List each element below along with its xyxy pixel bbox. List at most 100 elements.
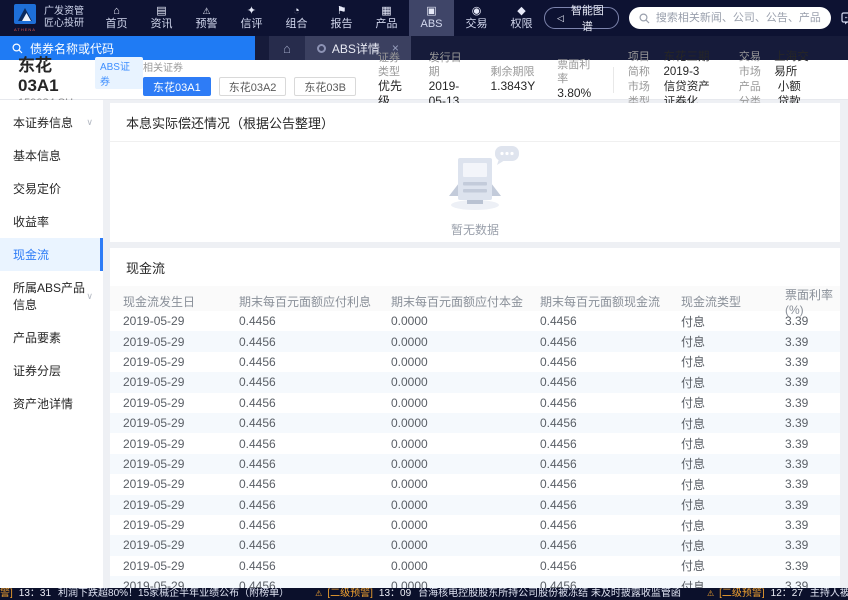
- cell-rate: 3.39: [785, 538, 809, 553]
- side-asset-pool[interactable]: 资产池详情 ∨: [0, 387, 103, 420]
- cell-type: 付息: [681, 538, 706, 553]
- nav-news[interactable]: 资讯: [139, 0, 184, 36]
- cell-principal: 0.0000: [391, 375, 428, 390]
- cell-date: 2019-05-29: [123, 314, 185, 329]
- knowledge-graph-label: 智能图谱: [570, 5, 604, 33]
- nav-item-label: 报告: [330, 18, 353, 30]
- security-header: 东花03A1 ABS证券 159084.SH 相关证券 东花03A1 东花03A…: [0, 51, 848, 109]
- cell-date: 2019-05-29: [123, 497, 185, 512]
- cell-cashflow: 0.4456: [540, 314, 577, 329]
- nav-item-label: 资讯: [150, 18, 173, 30]
- nav-item-label: 首页: [105, 18, 128, 30]
- sidebar: 本证券信息 ∨ 基本信息 ∨ 交易定价 ∨ 收益率 ∨ 现金流 ∨: [0, 100, 103, 588]
- cell-principal: 0.0000: [391, 314, 428, 329]
- knowledge-graph-button[interactable]: 智能图谱: [544, 5, 619, 33]
- bell-icon: [707, 588, 714, 600]
- chevron-down-icon: ∨: [86, 290, 93, 301]
- table-row: 2019-05-29 0.4456 0.0000 0.4456 付息 3.39: [110, 576, 840, 588]
- nav-alert[interactable]: 预警: [184, 0, 229, 36]
- cell-principal: 0.0000: [391, 416, 428, 431]
- cashflow-table-body: 2019-05-29 0.4456 0.0000 0.4456 付息 3.39 …: [110, 311, 840, 588]
- global-search-input[interactable]: [655, 12, 821, 24]
- cell-cashflow: 0.4456: [540, 518, 577, 533]
- cell-principal: 0.0000: [391, 497, 428, 512]
- nav-item-label: 权限: [510, 18, 533, 30]
- cell-cashflow: 0.4456: [540, 477, 577, 492]
- cell-cashflow: 0.4456: [540, 334, 577, 349]
- cell-rate: 3.39: [785, 497, 809, 512]
- ticker-tag: [二级预警]: [327, 588, 373, 599]
- cell-interest: 0.4456: [239, 518, 276, 533]
- related-securities-tabs: 东花03A1 东花03A2 东花03B: [143, 77, 378, 96]
- field-coupon-rate: 票面利率 3.80%: [557, 59, 592, 100]
- cell-rate: 3.39: [785, 436, 809, 451]
- table-row: 2019-05-29 0.4456 0.0000 0.4456 付息 3.39: [110, 311, 840, 331]
- nav-item-label: 交易: [465, 18, 488, 30]
- nav-report[interactable]: 报告: [319, 0, 364, 36]
- nav-home[interactable]: 首页: [94, 0, 139, 36]
- table-row: 2019-05-29 0.4456 0.0000 0.4456 付息 3.39: [110, 515, 840, 535]
- field-remaining-term: 剩余期限 1.3843Y: [490, 66, 536, 93]
- table-row: 2019-05-29 0.4456 0.0000 0.4456 付息 3.39: [110, 474, 840, 494]
- ticker-time: 13：09: [378, 588, 412, 599]
- trade-icon: [472, 5, 482, 17]
- portfolio-icon: [293, 5, 300, 17]
- home-tab[interactable]: [269, 36, 305, 60]
- side-product-elements[interactable]: 产品要素 ∨: [0, 321, 103, 354]
- related-tab-donghua03a1[interactable]: 东花03A1: [143, 77, 211, 96]
- cashflow-title: 现金流: [126, 261, 166, 276]
- sidebar-item-label: 收益率: [13, 215, 50, 229]
- side-yield[interactable]: 收益率 ∨: [0, 205, 103, 238]
- nav-item-label: 信评: [240, 18, 263, 30]
- repayment-section: 本息实际偿还情况（根据公告整理） 暂无数据: [110, 103, 840, 242]
- cell-interest: 0.4456: [239, 456, 276, 471]
- cell-type: 付息: [681, 477, 706, 492]
- side-cashflow[interactable]: 现金流 ∨: [0, 238, 103, 271]
- cell-interest: 0.4456: [239, 375, 276, 390]
- side-group-security-info[interactable]: 本证券信息 ∨: [0, 106, 103, 139]
- side-basic-info[interactable]: 基本信息 ∨: [0, 139, 103, 172]
- cell-cashflow: 0.4456: [540, 538, 577, 553]
- nav-abs[interactable]: ABS: [409, 0, 454, 36]
- logo-text-line2: 匠心投研: [44, 18, 84, 29]
- cell-rate: 3.39: [785, 375, 809, 390]
- sidebar-item-label: 交易定价: [13, 182, 62, 196]
- cell-type: 付息: [681, 437, 706, 452]
- col-header: 期末每百元面额应付本金: [391, 295, 524, 309]
- global-search[interactable]: [628, 7, 831, 29]
- side-group-abs-product[interactable]: 所属ABS产品信息 ∨: [0, 271, 103, 321]
- cell-date: 2019-05-29: [123, 334, 185, 349]
- table-row: 2019-05-29 0.4456 0.0000 0.4456 付息 3.39: [110, 433, 840, 453]
- abs-badge: ABS证券: [94, 57, 143, 89]
- cell-principal: 0.0000: [391, 334, 428, 349]
- nav-rating[interactable]: 信评: [229, 0, 274, 36]
- chevron-down-icon: ∨: [86, 117, 93, 127]
- cell-cashflow: 0.4456: [540, 375, 577, 390]
- related-tab-donghua03b[interactable]: 东花03B: [294, 77, 356, 96]
- cell-cashflow: 0.4456: [540, 497, 577, 512]
- cell-interest: 0.4456: [239, 395, 276, 410]
- cell-principal: 0.0000: [391, 436, 428, 451]
- related-tab-donghua03a2[interactable]: 东花03A2: [218, 77, 287, 96]
- cell-interest: 0.4456: [239, 436, 276, 451]
- cell-date: 2019-05-29: [123, 375, 185, 390]
- nav-portfolio[interactable]: 组合: [274, 0, 319, 36]
- tab-abs-detail-label: ABS详情: [331, 41, 380, 56]
- sidebar-item-label: 所属ABS产品信息: [13, 281, 86, 312]
- nav-permission[interactable]: 权限: [499, 0, 544, 36]
- nav-trade[interactable]: 交易: [454, 0, 499, 36]
- nav-product[interactable]: 产品: [364, 0, 409, 36]
- app-logo: ATHENA 广发资管 匠心投研: [0, 0, 94, 36]
- cell-rate: 3.39: [785, 477, 809, 492]
- side-trade-pricing[interactable]: 交易定价 ∨: [0, 172, 103, 205]
- cell-rate: 3.39: [785, 579, 809, 588]
- cell-rate: 3.39: [785, 395, 809, 410]
- permission-icon: [517, 5, 525, 17]
- cell-date: 2019-05-29: [123, 538, 185, 553]
- message-icon[interactable]: [841, 11, 848, 25]
- table-row: 2019-05-29 0.4456 0.0000 0.4456 付息 3.39: [110, 352, 840, 372]
- side-security-tranche[interactable]: 证券分层 ∨: [0, 354, 103, 387]
- cell-rate: 3.39: [785, 456, 809, 471]
- security-name: 东花03A1: [18, 55, 59, 95]
- table-row: 2019-05-29 0.4456 0.0000 0.4456 付息 3.39: [110, 393, 840, 413]
